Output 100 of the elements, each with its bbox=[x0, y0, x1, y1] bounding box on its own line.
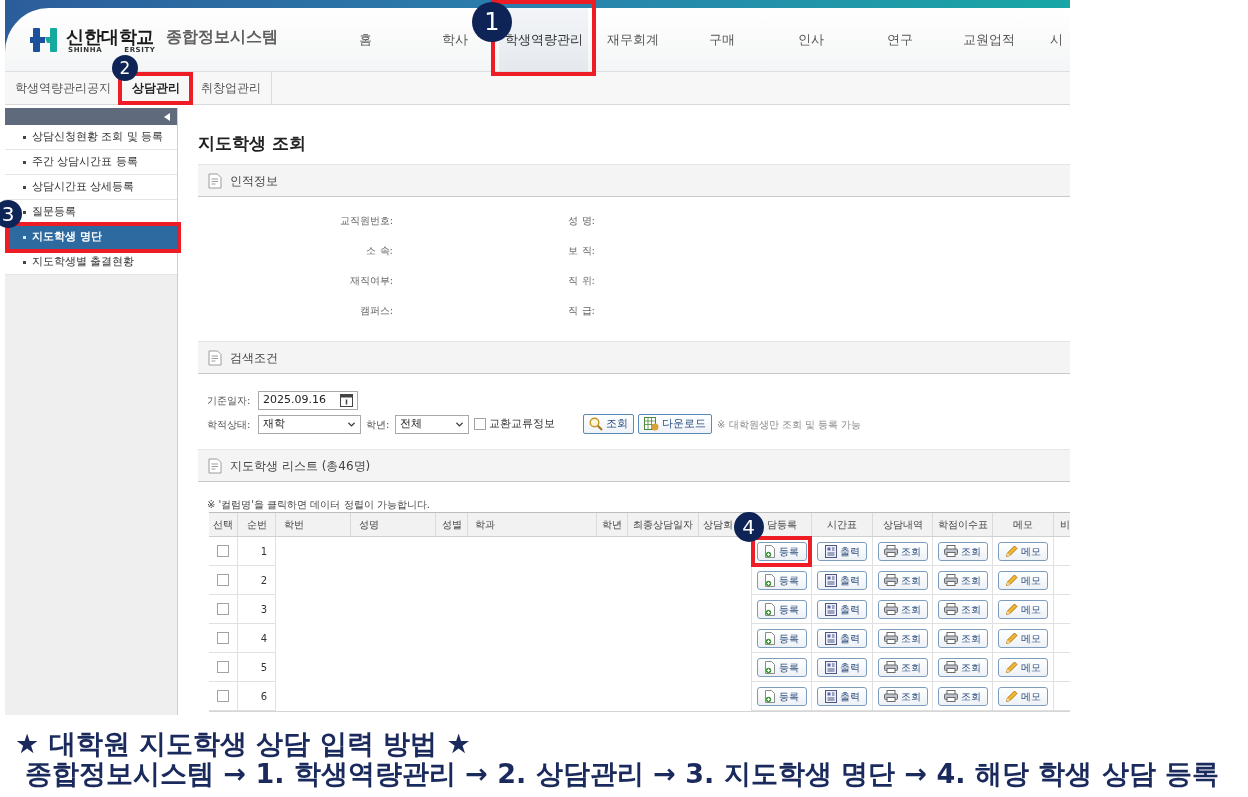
pencil-icon bbox=[1005, 573, 1018, 587]
register-button[interactable]: 등록 bbox=[756, 541, 807, 561]
nav-tab[interactable]: 연구 bbox=[884, 26, 915, 53]
view-button[interactable]: 조회 bbox=[877, 628, 928, 648]
sub-tab[interactable]: 학생역량관리공지 bbox=[15, 81, 111, 95]
field-label: 직 급: bbox=[568, 303, 595, 318]
column-header[interactable]: 선택 bbox=[213, 518, 233, 531]
caret-left-icon[interactable] bbox=[164, 112, 170, 121]
sidebar-item[interactable]: 상담신청현황 조회 및 등록 bbox=[5, 125, 177, 150]
calendar-icon[interactable] bbox=[340, 393, 353, 407]
printer-icon bbox=[944, 545, 958, 557]
row-number: 2 bbox=[260, 573, 267, 588]
view-button[interactable]: 조회 bbox=[937, 570, 988, 590]
nav-tab[interactable]: 교원업적 bbox=[960, 26, 1017, 53]
memo-button[interactable]: 메모 bbox=[998, 686, 1048, 706]
printer-icon bbox=[884, 545, 898, 557]
row-checkbox[interactable] bbox=[217, 603, 229, 615]
grade-select[interactable]: 전체 bbox=[395, 414, 469, 434]
row-number: 6 bbox=[260, 689, 267, 704]
nav-tab[interactable]: 재무회계 bbox=[604, 26, 661, 53]
column-header[interactable]: 상담내역 bbox=[882, 518, 923, 531]
system-name: 종합정보시스템 bbox=[165, 25, 278, 48]
download-button[interactable]: 다운로드 bbox=[638, 414, 712, 434]
column-header[interactable]: 상담회 bbox=[703, 518, 733, 531]
bullet-icon bbox=[23, 260, 26, 264]
print-button[interactable]: 출력 bbox=[817, 657, 867, 677]
column-header[interactable]: 시간표 bbox=[827, 518, 857, 531]
document-plus-icon bbox=[764, 689, 776, 703]
row-checkbox[interactable] bbox=[217, 632, 229, 644]
field-label: 소 속: bbox=[366, 243, 393, 258]
column-header[interactable]: 담등록 bbox=[766, 518, 797, 531]
memo-button[interactable]: 메모 bbox=[998, 570, 1048, 590]
pencil-icon bbox=[1005, 660, 1018, 674]
nav-tab[interactable]: 구매 bbox=[706, 26, 737, 53]
page-title: 지도학생 조회 bbox=[198, 133, 307, 153]
view-button[interactable]: 조회 bbox=[937, 657, 988, 677]
printer-icon bbox=[944, 661, 958, 673]
nav-tab[interactable]: 학사 bbox=[439, 26, 470, 53]
row-checkbox[interactable] bbox=[217, 574, 229, 586]
memo-button[interactable]: 메모 bbox=[998, 599, 1048, 619]
field-label: 보 직: bbox=[568, 243, 595, 258]
row-checkbox[interactable] bbox=[217, 545, 229, 557]
register-button[interactable]: 등록 bbox=[756, 628, 807, 648]
register-button[interactable]: 등록 bbox=[756, 657, 807, 677]
pencil-icon bbox=[1005, 631, 1018, 645]
column-header[interactable]: 성명 bbox=[359, 518, 379, 531]
column-header[interactable]: 학점이수표 bbox=[937, 518, 988, 531]
sidebar-item[interactable]: 상담시간표 상세등록 bbox=[5, 175, 177, 200]
view-button[interactable]: 조회 bbox=[937, 686, 988, 706]
column-header[interactable]: 학번 bbox=[284, 518, 304, 531]
print-button[interactable]: 출력 bbox=[817, 541, 867, 561]
field-label: 재직여부: bbox=[349, 273, 393, 288]
column-header[interactable]: 학과 bbox=[475, 518, 495, 531]
sidebar-item[interactable]: 주간 상담시간표 등록 bbox=[5, 150, 177, 175]
column-header[interactable]: 순번 bbox=[246, 518, 267, 531]
memo-button[interactable]: 메모 bbox=[998, 628, 1048, 648]
document-icon bbox=[824, 544, 837, 558]
column-header[interactable]: 성별 bbox=[441, 518, 462, 531]
view-button[interactable]: 조회 bbox=[937, 628, 988, 648]
print-button[interactable]: 출력 bbox=[817, 628, 867, 648]
guide-steps: 종합정보시스템 → 1. 학생역량관리 → 2. 상담관리 → 3. 지도학생 명단 → 4. 해당 학생 상담 등록 bbox=[15, 759, 1248, 789]
document-plus-icon bbox=[764, 631, 776, 645]
column-header[interactable]: 학년 bbox=[602, 518, 622, 531]
register-button[interactable]: 등록 bbox=[756, 599, 807, 619]
exchange-checkbox[interactable] bbox=[474, 418, 486, 430]
register-button[interactable]: 등록 bbox=[756, 570, 807, 590]
view-button[interactable]: 조회 bbox=[937, 599, 988, 619]
date-field[interactable]: 2025.09.16 bbox=[258, 390, 358, 410]
printer-icon bbox=[944, 632, 958, 644]
field-label: 캠퍼스: bbox=[359, 303, 393, 318]
memo-button[interactable]: 메모 bbox=[998, 541, 1048, 561]
printer-icon bbox=[884, 690, 898, 702]
spreadsheet-icon bbox=[644, 417, 659, 431]
search-button[interactable]: 조회 bbox=[583, 414, 634, 434]
view-button[interactable]: 조회 bbox=[937, 541, 988, 561]
nav-tab[interactable]: 시 bbox=[1048, 26, 1065, 53]
print-button[interactable]: 출력 bbox=[817, 570, 867, 590]
status-select[interactable]: 재학 bbox=[258, 414, 361, 434]
document-icon bbox=[208, 349, 222, 366]
view-button[interactable]: 조회 bbox=[877, 570, 928, 590]
nav-tab[interactable]: 인사 bbox=[795, 26, 826, 53]
university-name: 신한대학교 bbox=[66, 27, 154, 46]
column-header[interactable]: 메모 bbox=[1013, 518, 1033, 531]
view-button[interactable]: 조회 bbox=[877, 657, 928, 677]
print-button[interactable]: 출력 bbox=[817, 686, 867, 706]
sub-tab[interactable]: 취창업관리 bbox=[201, 81, 261, 95]
view-button[interactable]: 조회 bbox=[877, 541, 928, 561]
register-button[interactable]: 등록 bbox=[756, 686, 807, 706]
print-button[interactable]: 출력 bbox=[817, 599, 867, 619]
column-header[interactable]: 비 bbox=[1060, 518, 1070, 531]
sub-tab[interactable]: 상담관리 bbox=[132, 81, 180, 95]
memo-button[interactable]: 메모 bbox=[998, 657, 1048, 677]
nav-tab[interactable]: 홈 bbox=[357, 26, 374, 53]
hint-text: ※ 대학원생만 조회 및 등록 가능 bbox=[717, 417, 862, 432]
view-button[interactable]: 조회 bbox=[877, 599, 928, 619]
row-checkbox[interactable] bbox=[217, 690, 229, 702]
printer-icon bbox=[884, 574, 898, 586]
row-checkbox[interactable] bbox=[217, 661, 229, 673]
view-button[interactable]: 조회 bbox=[877, 686, 928, 706]
column-header[interactable]: 최종상담일자 bbox=[633, 518, 693, 531]
